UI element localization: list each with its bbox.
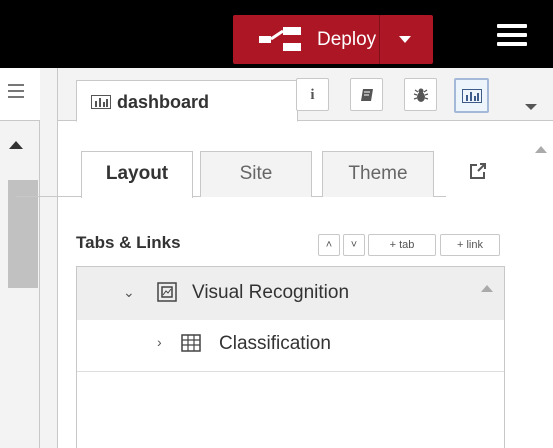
- tab-site[interactable]: Site: [200, 151, 312, 197]
- sidebar-dropdown-caret-icon[interactable]: [525, 104, 537, 110]
- add-tab-button[interactable]: + tab: [368, 234, 436, 256]
- add-link-button[interactable]: + link: [440, 234, 500, 256]
- collapse-all-button[interactable]: ˄: [318, 234, 340, 256]
- open-external-icon[interactable]: [469, 162, 487, 180]
- tabs-links-tree: ⌄ Visual Recognition › Classification: [76, 266, 505, 448]
- deploy-icon: [259, 27, 301, 51]
- deploy-button[interactable]: Deploy: [233, 15, 433, 64]
- chevron-down-icon[interactable]: ⌄: [123, 284, 135, 301]
- info-button[interactable]: i: [296, 78, 329, 111]
- add-link-label: + link: [457, 239, 483, 251]
- tree-item-label: Visual Recognition: [192, 282, 350, 303]
- scroll-up-arrow-icon[interactable]: [9, 141, 23, 149]
- sidebar-tabbar: dashboard i: [58, 68, 553, 122]
- tab-theme-label: Theme: [348, 163, 408, 184]
- workspace-tabbar: [0, 68, 40, 121]
- tree-scroll-up-icon[interactable]: [481, 285, 493, 292]
- table-icon: [181, 334, 201, 352]
- tree-item-label: Classification: [219, 333, 331, 354]
- expand-icon: ˅: [350, 239, 358, 251]
- help-button[interactable]: [350, 78, 383, 111]
- sidebar-scroll-up-icon[interactable]: [535, 146, 547, 153]
- hamburger-menu-icon[interactable]: [497, 24, 527, 48]
- dashboard-button[interactable]: [454, 78, 489, 113]
- bar-chart-icon: [91, 95, 111, 109]
- tabs-links-title: Tabs & Links: [76, 233, 181, 252]
- list-menu-icon[interactable]: [8, 84, 24, 100]
- tab-theme[interactable]: Theme: [322, 151, 434, 197]
- chevron-right-icon[interactable]: ›: [157, 334, 162, 350]
- tab-dashboard[interactable]: dashboard: [76, 80, 298, 122]
- deploy-label: Deploy: [317, 29, 377, 50]
- tab-site-label: Site: [239, 163, 273, 184]
- book-icon: [360, 89, 373, 101]
- tab-dashboard-label: dashboard: [117, 92, 210, 112]
- workspace-panel: [0, 68, 40, 448]
- bug-icon: [413, 88, 428, 102]
- collapse-icon: ˄: [325, 239, 333, 251]
- expand-all-button[interactable]: ˅: [343, 234, 365, 256]
- tab-layout[interactable]: Layout: [81, 151, 193, 198]
- tree-row-classification[interactable]: › Classification: [77, 320, 504, 372]
- deploy-separator: [379, 15, 380, 64]
- info-icon: i: [310, 87, 315, 103]
- dashboard-icon: [461, 89, 482, 103]
- panel-splitter[interactable]: [40, 68, 58, 448]
- header-bar: Deploy: [0, 0, 553, 68]
- picture-frame-icon: [157, 282, 177, 302]
- add-tab-label: + tab: [389, 239, 415, 251]
- debug-button[interactable]: [404, 78, 437, 111]
- tree-row-visual-recognition[interactable]: ⌄ Visual Recognition: [77, 267, 504, 320]
- tab-layout-label: Layout: [105, 163, 169, 184]
- deploy-dropdown-caret-icon[interactable]: [399, 36, 411, 43]
